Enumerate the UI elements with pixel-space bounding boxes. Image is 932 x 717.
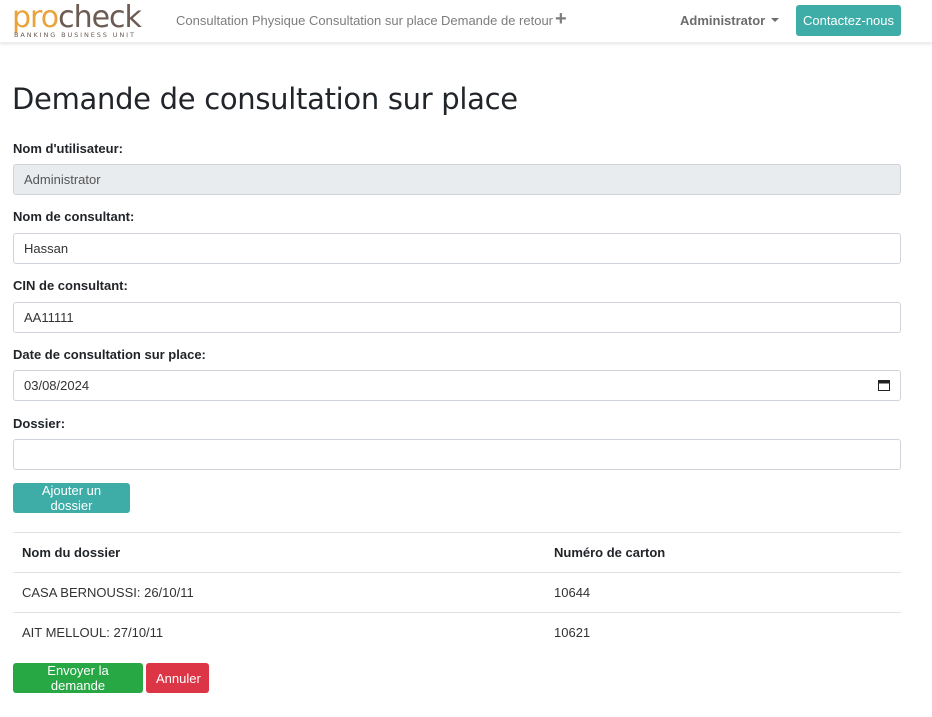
nav-demande-de-retour[interactable]: Demande de retour	[441, 13, 553, 28]
folder-input[interactable]	[13, 439, 901, 470]
consultant-cin-input[interactable]: AA11111	[13, 302, 901, 333]
consultant-name-input[interactable]: Hassan	[13, 233, 901, 264]
submit-request-button[interactable]: Envoyer la demande	[13, 663, 143, 693]
logo-tagline: BANKING BUSINESS UNIT	[14, 31, 136, 39]
folder-name-cell: CASA BERNOUSSI: 26/10/11	[13, 572, 545, 613]
add-folder-button[interactable]: Ajouter un dossier	[13, 483, 130, 513]
user-menu-label: Administrator	[680, 13, 766, 28]
column-header-folder-name: Nom du dossier	[13, 532, 545, 573]
nav-consultation-sur-place[interactable]: Consultation sur place	[309, 13, 438, 28]
username-label: Nom d'utilisateur:	[13, 141, 123, 156]
logo-wordmark: procheck	[12, 0, 142, 35]
procheck-logo[interactable]: procheck BANKING BUSINESS UNIT	[12, 0, 154, 40]
table-row: AIT MELLOUL: 27/10/11 10621	[13, 612, 901, 653]
chevron-down-icon	[771, 17, 780, 22]
user-menu-dropdown[interactable]: Administrator	[680, 13, 780, 28]
folders-table: Nom du dossier Numéro de carton CASA BER…	[13, 532, 901, 653]
logo-word-b: check	[58, 0, 142, 35]
date-value: 03/08/2024	[24, 378, 90, 393]
folder-name-cell: AIT MELLOUL: 27/10/11	[13, 612, 545, 653]
username-field: Administrator	[13, 164, 901, 195]
nav-consultation-physique[interactable]: Consultation Physique	[176, 13, 305, 28]
plus-icon[interactable]: +	[555, 8, 567, 30]
consultant-cin-label: CIN de consultant:	[13, 278, 128, 293]
page-title: Demande de consultation sur place	[12, 82, 518, 116]
cancel-button[interactable]: Annuler	[146, 663, 209, 693]
folder-label: Dossier:	[13, 416, 66, 431]
date-label: Date de consultation sur place:	[13, 347, 206, 362]
table-row: CASA BERNOUSSI: 26/10/11 10644	[13, 572, 901, 613]
carton-number-cell: 10644	[545, 572, 901, 613]
contact-button[interactable]: Contactez-nous	[796, 5, 901, 36]
date-input[interactable]: 03/08/2024	[13, 370, 901, 401]
top-navbar: procheck BANKING BUSINESS UNIT Consultat…	[0, 0, 932, 43]
table-header-row: Nom du dossier Numéro de carton	[13, 532, 901, 573]
logo-word-a: pro	[12, 0, 59, 35]
calendar-icon[interactable]	[878, 379, 890, 391]
consultant-name-label: Nom de consultant:	[13, 209, 135, 224]
column-header-carton-number: Numéro de carton	[545, 532, 901, 573]
carton-number-cell: 10621	[545, 612, 901, 653]
